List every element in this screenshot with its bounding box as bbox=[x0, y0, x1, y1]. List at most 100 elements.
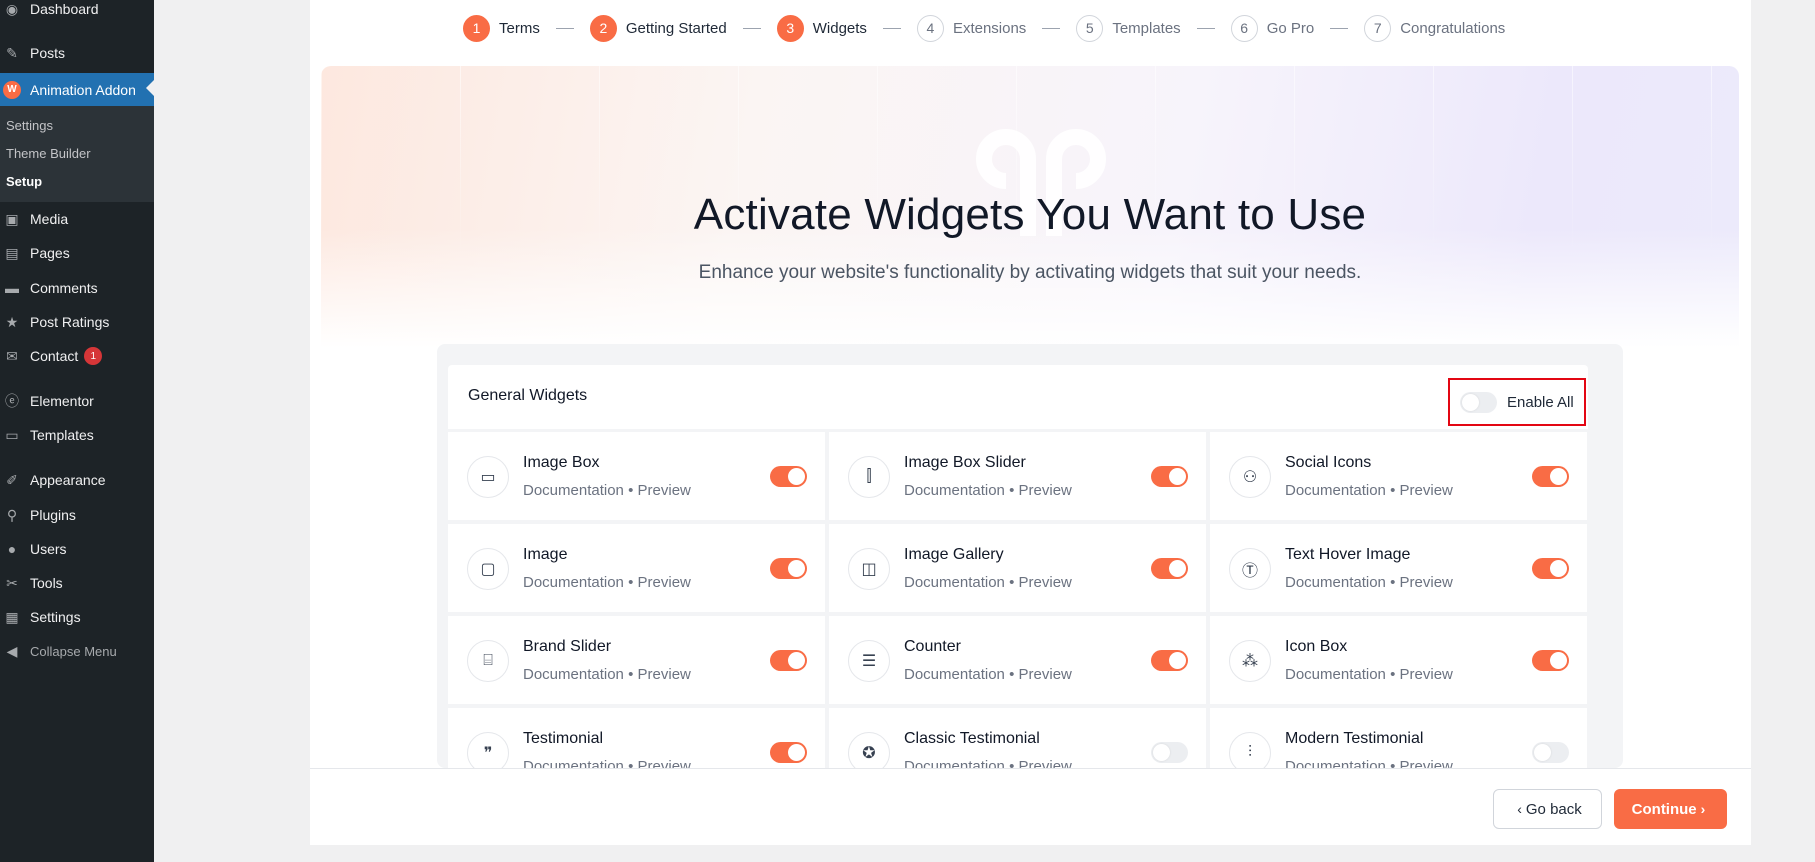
link-separator: • bbox=[1009, 666, 1015, 683]
step-go-pro[interactable]: 6 Go Pro bbox=[1230, 14, 1314, 42]
menu-templates[interactable]: ▭ Templates bbox=[0, 420, 154, 450]
go-back-button[interactable]: ‹ Go back bbox=[1493, 789, 1602, 829]
submenu-settings[interactable]: Settings bbox=[6, 118, 53, 133]
submenu-setup[interactable]: Setup bbox=[6, 174, 42, 189]
preview-link[interactable]: Preview bbox=[1400, 482, 1453, 499]
chevron-left-icon: ‹ bbox=[1517, 801, 1522, 817]
link-separator: • bbox=[1390, 482, 1396, 499]
documentation-link[interactable]: Documentation bbox=[904, 574, 1005, 591]
widget-toggle[interactable] bbox=[1151, 742, 1188, 763]
preview-link[interactable]: Preview bbox=[638, 758, 691, 768]
menu-appearance[interactable]: ✐ Appearance bbox=[0, 465, 154, 495]
documentation-link[interactable]: Documentation bbox=[904, 482, 1005, 499]
link-separator: • bbox=[1390, 666, 1396, 683]
widget-name: Modern Testimonial bbox=[1285, 730, 1424, 747]
step-extensions[interactable]: 4 Extensions bbox=[916, 14, 1026, 42]
step-terms[interactable]: 1 Terms bbox=[463, 14, 540, 42]
link-separator: • bbox=[1390, 574, 1396, 591]
widget-toggle[interactable] bbox=[770, 466, 807, 487]
widget-name: Image Gallery bbox=[904, 546, 1004, 563]
widget-card-image-gallery: ◫ Image Gallery Documentation • Preview bbox=[829, 524, 1206, 612]
widget-toggle[interactable] bbox=[770, 558, 807, 579]
documentation-link[interactable]: Documentation bbox=[1285, 482, 1386, 499]
menu-post-ratings[interactable]: ★ Post Ratings bbox=[0, 307, 154, 337]
preview-link[interactable]: Preview bbox=[1019, 574, 1072, 591]
documentation-link[interactable]: Documentation bbox=[523, 482, 624, 499]
preview-link[interactable]: Preview bbox=[1400, 758, 1453, 768]
step-number: 1 bbox=[463, 14, 490, 42]
documentation-link[interactable]: Documentation bbox=[904, 666, 1005, 683]
menu-animation-addon[interactable]: W Animation Addon bbox=[0, 73, 154, 106]
documentation-link[interactable]: Documentation bbox=[523, 758, 624, 768]
preview-link[interactable]: Preview bbox=[1019, 666, 1072, 683]
menu-contact[interactable]: ✉ Contact 1 bbox=[0, 341, 154, 371]
gallery-icon: ◫ bbox=[848, 548, 890, 590]
settings-icon: ▦ bbox=[5, 608, 19, 625]
widget-links: Documentation • Preview bbox=[523, 666, 691, 683]
widget-toggle[interactable] bbox=[1532, 558, 1569, 579]
widget-toggle[interactable] bbox=[1151, 650, 1188, 671]
documentation-link[interactable]: Documentation bbox=[1285, 758, 1386, 768]
menu-label: Plugins bbox=[30, 507, 76, 523]
documentation-link[interactable]: Documentation bbox=[1285, 574, 1386, 591]
widget-card-testimonial: ❞ Testimonial Documentation • Preview bbox=[448, 708, 825, 768]
widget-toggle[interactable] bbox=[770, 650, 807, 671]
menu-label: Media bbox=[30, 211, 69, 227]
menu-users[interactable]: ● Users bbox=[0, 534, 154, 564]
continue-button[interactable]: Continue › bbox=[1614, 789, 1727, 829]
menu-label: Animation Addon bbox=[30, 81, 136, 98]
menu-pages[interactable]: ▤ Pages bbox=[0, 238, 154, 268]
step-templates[interactable]: 5 Templates bbox=[1076, 14, 1181, 42]
step-widgets[interactable]: 3 Widgets bbox=[776, 14, 867, 42]
widget-card-text-hover-image: Ⓣ Text Hover Image Documentation • Previ… bbox=[1210, 524, 1587, 612]
go-back-label: Go back bbox=[1525, 800, 1582, 818]
widget-toggle[interactable] bbox=[1532, 650, 1569, 671]
menu-posts[interactable]: ✎ Posts bbox=[0, 38, 154, 68]
widget-toggle[interactable] bbox=[1532, 742, 1569, 763]
widget-toggle[interactable] bbox=[1532, 466, 1569, 487]
preview-link[interactable]: Preview bbox=[1400, 574, 1453, 591]
shapes-icon: ⁂ bbox=[1229, 640, 1271, 682]
widget-toggle[interactable] bbox=[1151, 558, 1188, 579]
widget-links: Documentation • Preview bbox=[523, 758, 691, 768]
menu-label: Appearance bbox=[30, 472, 106, 488]
preview-link[interactable]: Preview bbox=[1400, 666, 1453, 683]
pages-icon: ▤ bbox=[5, 244, 19, 261]
documentation-link[interactable]: Documentation bbox=[523, 574, 624, 591]
documentation-link[interactable]: Documentation bbox=[904, 758, 1005, 768]
step-divider bbox=[555, 27, 574, 29]
documentation-link[interactable]: Documentation bbox=[523, 666, 624, 683]
menu-tools[interactable]: ✂ Tools bbox=[0, 568, 154, 598]
menu-plugins[interactable]: ⚲ Plugins bbox=[0, 500, 154, 530]
enable-all-control[interactable]: Enable All bbox=[1448, 378, 1586, 426]
media-icon: ▣ bbox=[5, 210, 19, 227]
step-divider bbox=[1196, 27, 1215, 29]
step-number: 3 bbox=[776, 14, 804, 42]
menu-elementor[interactable]: ⓔ Elementor bbox=[0, 386, 154, 416]
widget-card-image: ▢ Image Documentation • Preview bbox=[448, 524, 825, 612]
collapse-menu-button[interactable]: ◀ Collapse Menu bbox=[0, 636, 154, 666]
documentation-link[interactable]: Documentation bbox=[1285, 666, 1386, 683]
preview-link[interactable]: Preview bbox=[638, 666, 691, 683]
enable-all-label: Enable All bbox=[1507, 393, 1574, 411]
preview-link[interactable]: Preview bbox=[638, 482, 691, 499]
step-congratulations[interactable]: 7 Congratulations bbox=[1364, 14, 1505, 42]
user-icon: ● bbox=[7, 541, 17, 557]
widget-toggle[interactable] bbox=[770, 742, 807, 763]
step-divider bbox=[1330, 27, 1349, 29]
brand-icon: ⌸ bbox=[467, 640, 509, 682]
menu-media[interactable]: ▣ Media bbox=[0, 204, 154, 234]
menu-dashboard[interactable]: ◉ Dashboard bbox=[0, 0, 154, 24]
menu-settings[interactable]: ▦ Settings bbox=[0, 602, 154, 632]
menu-comments[interactable]: ▬ Comments bbox=[0, 273, 154, 303]
preview-link[interactable]: Preview bbox=[638, 574, 691, 591]
menu-label: Contact bbox=[30, 348, 79, 364]
preview-link[interactable]: Preview bbox=[1019, 482, 1072, 499]
widget-links: Documentation • Preview bbox=[1285, 574, 1453, 591]
widget-card-image-box: ▭ Image Box Documentation • Preview bbox=[448, 432, 825, 520]
submenu-theme-builder[interactable]: Theme Builder bbox=[6, 146, 91, 161]
enable-all-toggle[interactable] bbox=[1460, 391, 1497, 413]
widget-toggle[interactable] bbox=[1151, 466, 1188, 487]
preview-link[interactable]: Preview bbox=[1019, 758, 1072, 768]
step-getting-started[interactable]: 2 Getting Started bbox=[589, 14, 727, 42]
